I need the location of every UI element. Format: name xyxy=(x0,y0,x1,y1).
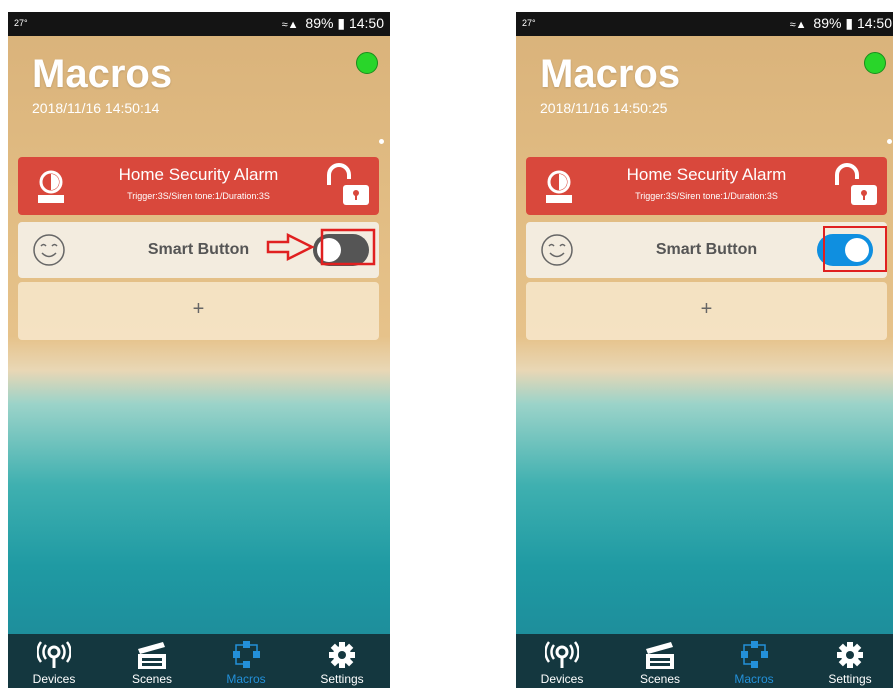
clock: 14:50 xyxy=(856,15,892,31)
macros-icon xyxy=(741,641,768,668)
toggle-highlight-box xyxy=(823,226,887,272)
add-macro-card[interactable]: + xyxy=(526,282,887,340)
alarm-card[interactable]: Home Security Alarm Trigger:3S/Siren ton… xyxy=(526,157,887,215)
battery-icon: ▮ xyxy=(337,15,346,31)
page-indicator-dot xyxy=(887,139,892,144)
nav-item-devices[interactable]: Devices xyxy=(522,636,602,688)
gear-icon xyxy=(837,642,863,668)
status-right: ≈▲ 89% ▮ 14:50 xyxy=(790,15,892,32)
nav-item-scenes[interactable]: Scenes xyxy=(620,636,700,688)
bottom-navigation: Devices Scenes Macros Settings xyxy=(516,634,893,688)
add-macro-plus: + xyxy=(192,298,205,320)
nav-item-settings[interactable]: Settings xyxy=(302,636,382,688)
online-status-icon xyxy=(864,52,886,74)
unlocked-padlock-icon[interactable] xyxy=(323,163,371,209)
wifi-signal-icon: ≈▲ xyxy=(789,19,807,31)
nav-label-settings: Settings xyxy=(320,672,364,686)
clapperboard-icon xyxy=(138,642,166,669)
nav-label-macros: Macros xyxy=(734,672,774,686)
nav-item-devices[interactable]: Devices xyxy=(14,636,94,688)
add-macro-card[interactable]: + xyxy=(18,282,379,340)
status-bar: 27° ≈▲ 89% ▮ 14:50 xyxy=(516,12,893,36)
macros-icon xyxy=(233,641,260,668)
clock: 14:50 xyxy=(348,15,384,31)
temperature-indicator: 27° xyxy=(522,18,536,28)
add-macro-plus: + xyxy=(700,298,713,320)
nav-label-devices: Devices xyxy=(32,672,76,686)
online-status-icon xyxy=(356,52,378,74)
wifi-signal-icon: ≈▲ xyxy=(281,19,299,31)
status-right: ≈▲ 89% ▮ 14:50 xyxy=(282,15,384,32)
nav-label-macros: Macros xyxy=(226,672,266,686)
highlight-arrow-icon xyxy=(266,228,376,266)
temperature-indicator: 27° xyxy=(14,18,28,28)
nav-item-scenes[interactable]: Scenes xyxy=(112,636,192,688)
battery-percent: 89% xyxy=(305,15,334,31)
nav-item-macros[interactable]: Macros xyxy=(714,636,794,688)
status-bar: 27° ≈▲ 89% ▮ 14:50 xyxy=(8,12,390,36)
clapperboard-icon xyxy=(646,642,674,669)
phone-screen-before: 27° ≈▲ 89% ▮ 14:50 Macros 2018/11/16 14:… xyxy=(8,12,390,688)
nav-label-devices: Devices xyxy=(540,672,584,686)
nav-label-scenes: Scenes xyxy=(131,672,173,686)
page-indicator-dot xyxy=(379,139,384,144)
page-title: Macros xyxy=(32,52,173,96)
nav-label-scenes: Scenes xyxy=(639,672,681,686)
page-title: Macros xyxy=(540,52,681,96)
page-datetime: 2018/11/16 14:50:14 xyxy=(32,100,160,116)
devices-icon xyxy=(37,641,71,668)
nav-item-macros[interactable]: Macros xyxy=(206,636,286,688)
phone-screen-after: 27° ≈▲ 89% ▮ 14:50 Macros 2018/11/16 14:… xyxy=(516,12,893,688)
alarm-card[interactable]: Home Security Alarm Trigger:3S/Siren ton… xyxy=(18,157,379,215)
nav-item-settings[interactable]: Settings xyxy=(810,636,890,688)
battery-percent: 89% xyxy=(813,15,842,31)
unlocked-padlock-icon[interactable] xyxy=(831,163,879,209)
gear-icon xyxy=(329,642,355,668)
nav-label-settings: Settings xyxy=(828,672,872,686)
devices-icon xyxy=(545,641,579,668)
battery-icon: ▮ xyxy=(845,15,854,31)
page-datetime: 2018/11/16 14:50:25 xyxy=(540,100,668,116)
bottom-navigation: Devices Scenes Macros Settings xyxy=(8,634,390,688)
